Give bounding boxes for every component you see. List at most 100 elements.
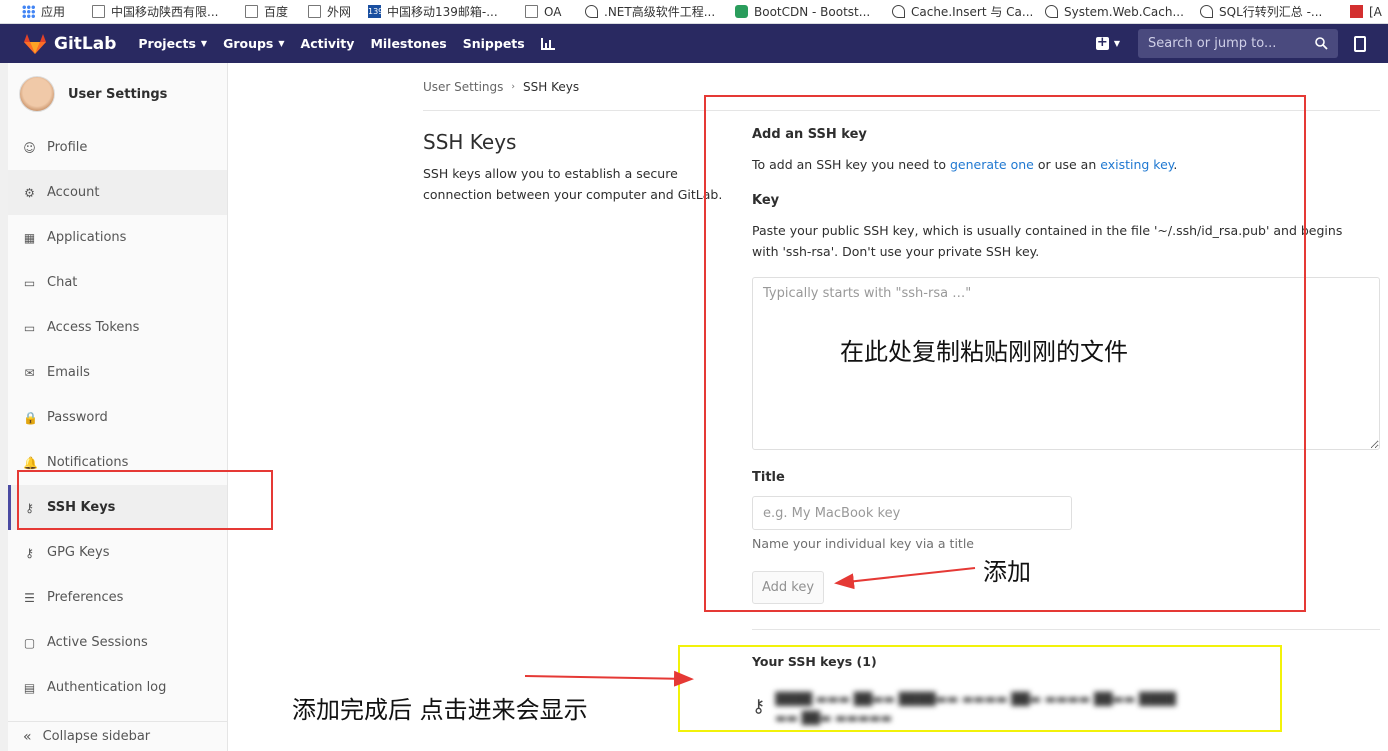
divider [752, 629, 1380, 630]
sidebar-item-gpg-keys[interactable]: ⚷ GPG Keys [8, 530, 227, 575]
gitlab-logo[interactable]: GitLab [24, 33, 117, 54]
nav-projects-label: Projects [138, 36, 196, 51]
chevron-down-icon: ▼ [1113, 39, 1120, 48]
cnblogs-icon [585, 5, 598, 18]
sidebar-menu: ☺ Profile ⚙ Account ▦ Applications ▭ Chat ▭ Acces… [8, 125, 227, 710]
cnblogs-icon [1200, 5, 1213, 18]
sidebar-item-password[interactable]: 🔒 Password [8, 395, 227, 440]
double-chevron-left-icon: « [23, 728, 32, 745]
bookmarks-bar: 应用 中国移动陕西有限... 百度 外网 139 中国移动139邮箱-... OA .NET高… [0, 0, 1388, 24]
nav-milestones[interactable]: Milestones [370, 36, 446, 51]
sidebar-item-chat[interactable]: ▭ Chat [8, 260, 227, 305]
bookmark-item[interactable]: 139 中国移动139邮箱-... [368, 0, 498, 23]
mail139-icon: 139 [368, 5, 384, 18]
sidebar-item-emails[interactable]: ✉ Emails [8, 350, 227, 395]
brand-name: GitLab [54, 33, 117, 54]
bookmark-item[interactable]: OA [525, 0, 562, 23]
csdn-icon [1350, 5, 1363, 18]
emails-icon: ✉ [24, 365, 35, 380]
sidebar-item-label: Password [47, 410, 108, 425]
sidebar-item-label: Emails [47, 365, 90, 380]
breadcrumb-current[interactable]: SSH Keys [523, 80, 579, 94]
bookmark-item[interactable]: 百度 [245, 0, 288, 23]
page-icon [525, 5, 538, 18]
new-dropdown-button[interactable]: + ▼ [1095, 35, 1120, 50]
key-icon: ⚷ [25, 545, 34, 560]
sidebar-item-label: Active Sessions [47, 635, 148, 650]
sidebar-item-label: Access Tokens [47, 320, 140, 335]
nav-milestones-label: Milestones [370, 36, 447, 51]
search-input[interactable] [1148, 36, 1308, 51]
sidebar-item-access-tokens[interactable]: ▭ Access Tokens [8, 305, 227, 350]
bookmark-item[interactable]: SQL行转列汇总 -... [1200, 0, 1323, 23]
nav-activity[interactable]: Activity [301, 36, 355, 51]
sidebar-item-label: Authentication log [47, 680, 167, 695]
sliders-icon: ☰ [24, 590, 35, 605]
bookmark-item[interactable]: 外网 [308, 0, 351, 23]
annotation-yellow-box-keys-list [678, 645, 1282, 732]
sessions-icon: ▢ [23, 635, 36, 650]
page-icon [92, 5, 105, 18]
lock-icon: 🔒 [23, 410, 38, 425]
bookmark-label: BootCDN - Bootst... [754, 4, 871, 19]
nav-snippets-label: Snippets [462, 36, 525, 51]
bookmark-label: .NET高级软件工程... [604, 5, 716, 19]
sidebar-item-profile[interactable]: ☺ Profile [8, 125, 227, 170]
bookmark-label: SQL行转列汇总 -... [1219, 5, 1323, 19]
bookmark-item[interactable]: Cache.Insert 与 Ca... [892, 0, 1034, 23]
annotation-add: 添加 [983, 558, 1031, 586]
bookmark-label: 中国移动139邮箱-... [387, 5, 498, 19]
bookmark-item[interactable]: BootCDN - Bootst... [735, 0, 871, 23]
bookmark-item[interactable]: [A [1350, 0, 1382, 23]
search-box[interactable] [1138, 29, 1338, 58]
sidebar-item-authentication-log[interactable]: ▤ Authentication log [8, 665, 227, 710]
bookmark-item[interactable]: 应用 [22, 0, 66, 23]
collapse-sidebar-button[interactable]: « Collapse sidebar [8, 721, 227, 751]
bookmark-label: Cache.Insert 与 Ca... [911, 5, 1034, 19]
sidebar-context-header[interactable]: User Settings [8, 63, 227, 125]
sidebar-item-label: GPG Keys [47, 545, 110, 560]
breadcrumb-root[interactable]: User Settings [423, 80, 503, 94]
nav-activity-label: Activity [300, 36, 355, 51]
sidebar-item-applications[interactable]: ▦ Applications [8, 215, 227, 260]
sidebar-item-preferences[interactable]: ☰ Preferences [8, 575, 227, 620]
chat-icon: ▭ [23, 275, 36, 290]
search-icon [1315, 37, 1328, 50]
page-title: SSH Keys [423, 130, 517, 154]
account-icon: ⚙ [24, 185, 35, 200]
sidebar-item-account[interactable]: ⚙ Account [8, 170, 227, 215]
sidebar-item-label: Notifications [47, 455, 129, 470]
sidebar-item-label: Account [47, 185, 100, 200]
sidebar-item-label: Chat [47, 275, 78, 290]
tanuki-icon [24, 33, 46, 54]
merge-requests-icon[interactable] [1354, 35, 1366, 52]
page-description: SSH keys allow you to establish a secure… [423, 166, 723, 202]
bookmark-item[interactable]: System.Web.Cach... [1045, 0, 1184, 23]
sidebar-item-active-sessions[interactable]: ▢ Active Sessions [8, 620, 227, 665]
collapse-sidebar-label: Collapse sidebar [42, 729, 151, 744]
plus-icon: + [1095, 35, 1109, 50]
bookmark-label: OA [544, 4, 562, 19]
nav-snippets[interactable]: Snippets [463, 36, 525, 51]
nav-groups-label: Groups [223, 36, 274, 51]
nav-projects[interactable]: Projects ▼ [138, 36, 207, 51]
cnblogs-icon [1045, 5, 1058, 18]
cnblogs-icon [892, 5, 905, 18]
bookmark-item[interactable]: .NET高级软件工程... [585, 0, 716, 23]
sidebar-item-label: Applications [47, 230, 127, 245]
annotation-after-add: 添加完成后 点击进来会显示 [292, 696, 588, 724]
log-icon: ▤ [23, 680, 36, 695]
avatar [19, 76, 55, 112]
bootcdn-icon [735, 5, 748, 18]
annotation-arrow-keys [524, 670, 694, 687]
chart-icon[interactable] [540, 37, 555, 50]
bookmark-label: 应用 [41, 5, 66, 19]
bookmark-item[interactable]: 中国移动陕西有限... [92, 0, 218, 23]
settings-sidebar: User Settings ☺ Profile ⚙ Account ▦ Applicati… [8, 63, 228, 751]
bookmark-label: System.Web.Cach... [1064, 4, 1184, 19]
apps-grid-icon [22, 5, 35, 18]
breadcrumb: User Settings › SSH Keys [423, 80, 579, 94]
chevron-right-icon: › [511, 82, 515, 92]
sidebar-item-label: Preferences [47, 590, 124, 605]
nav-groups[interactable]: Groups ▼ [223, 36, 284, 51]
